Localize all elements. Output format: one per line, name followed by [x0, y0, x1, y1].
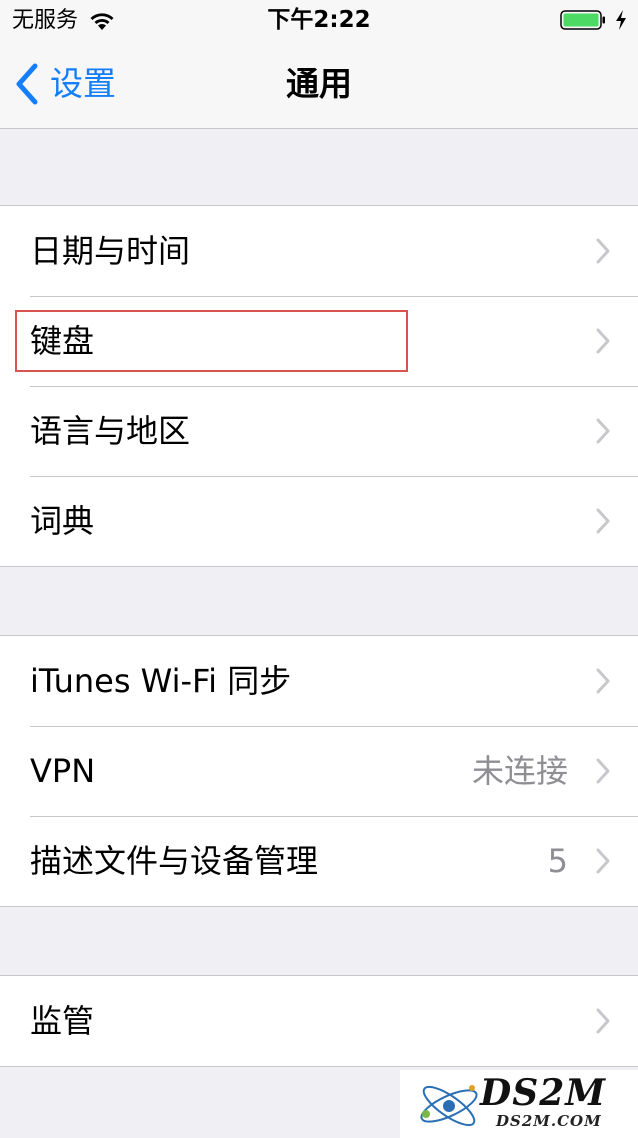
watermark-brand: DS2M — [480, 1072, 607, 1114]
row-language-region[interactable]: 语言与地区 — [0, 386, 638, 476]
page-title: 通用 — [286, 64, 352, 103]
profiles-count-value: 5 — [547, 842, 568, 880]
row-vpn[interactable]: VPN 未连接 — [0, 726, 638, 816]
settings-group-1: 日期与时间 键盘 语言与地区 词典 — [0, 205, 638, 567]
row-label: iTunes Wi-Fi 同步 — [30, 662, 292, 700]
settings-group-3: 监管 — [0, 975, 638, 1067]
chevron-right-icon — [596, 508, 610, 534]
row-label: 监管 — [30, 1002, 95, 1040]
row-itunes-wifi-sync[interactable]: iTunes Wi-Fi 同步 — [0, 636, 638, 726]
status-time: 下午2:22 — [267, 7, 371, 33]
chevron-right-icon — [596, 758, 610, 784]
row-dictionary[interactable]: 词典 — [0, 476, 638, 566]
chevron-right-icon — [596, 238, 610, 264]
chevron-right-icon — [596, 328, 610, 354]
chevron-right-icon — [596, 848, 610, 874]
charging-bolt-icon — [616, 10, 626, 30]
row-label: 词典 — [30, 502, 95, 540]
row-profiles-device-management[interactable]: 描述文件与设备管理 5 — [0, 816, 638, 906]
row-label: 日期与时间 — [30, 232, 191, 270]
chevron-right-icon — [596, 668, 610, 694]
watermark: DS2M DS2M.COM — [400, 1070, 638, 1138]
row-label: 语言与地区 — [30, 412, 191, 450]
navigation-bar: 设置 通用 — [0, 40, 638, 129]
row-label: 描述文件与设备管理 — [30, 842, 319, 880]
chevron-right-icon — [596, 418, 610, 444]
settings-group-2: iTunes Wi-Fi 同步 VPN 未连接 描述文件与设备管理 5 — [0, 635, 638, 907]
row-supervision[interactable]: 监管 — [0, 976, 638, 1066]
status-bar: 无服务 下午2:22 — [0, 0, 638, 40]
row-date-time[interactable]: 日期与时间 — [0, 206, 638, 296]
battery-icon — [560, 10, 605, 30]
watermark-domain: DS2M.COM — [496, 1112, 602, 1130]
row-label: VPN — [30, 752, 96, 790]
vpn-status-value: 未连接 — [471, 752, 568, 790]
chevron-right-icon — [596, 1008, 610, 1034]
atom-logo-icon — [420, 1085, 478, 1127]
highlight-box — [15, 310, 408, 372]
